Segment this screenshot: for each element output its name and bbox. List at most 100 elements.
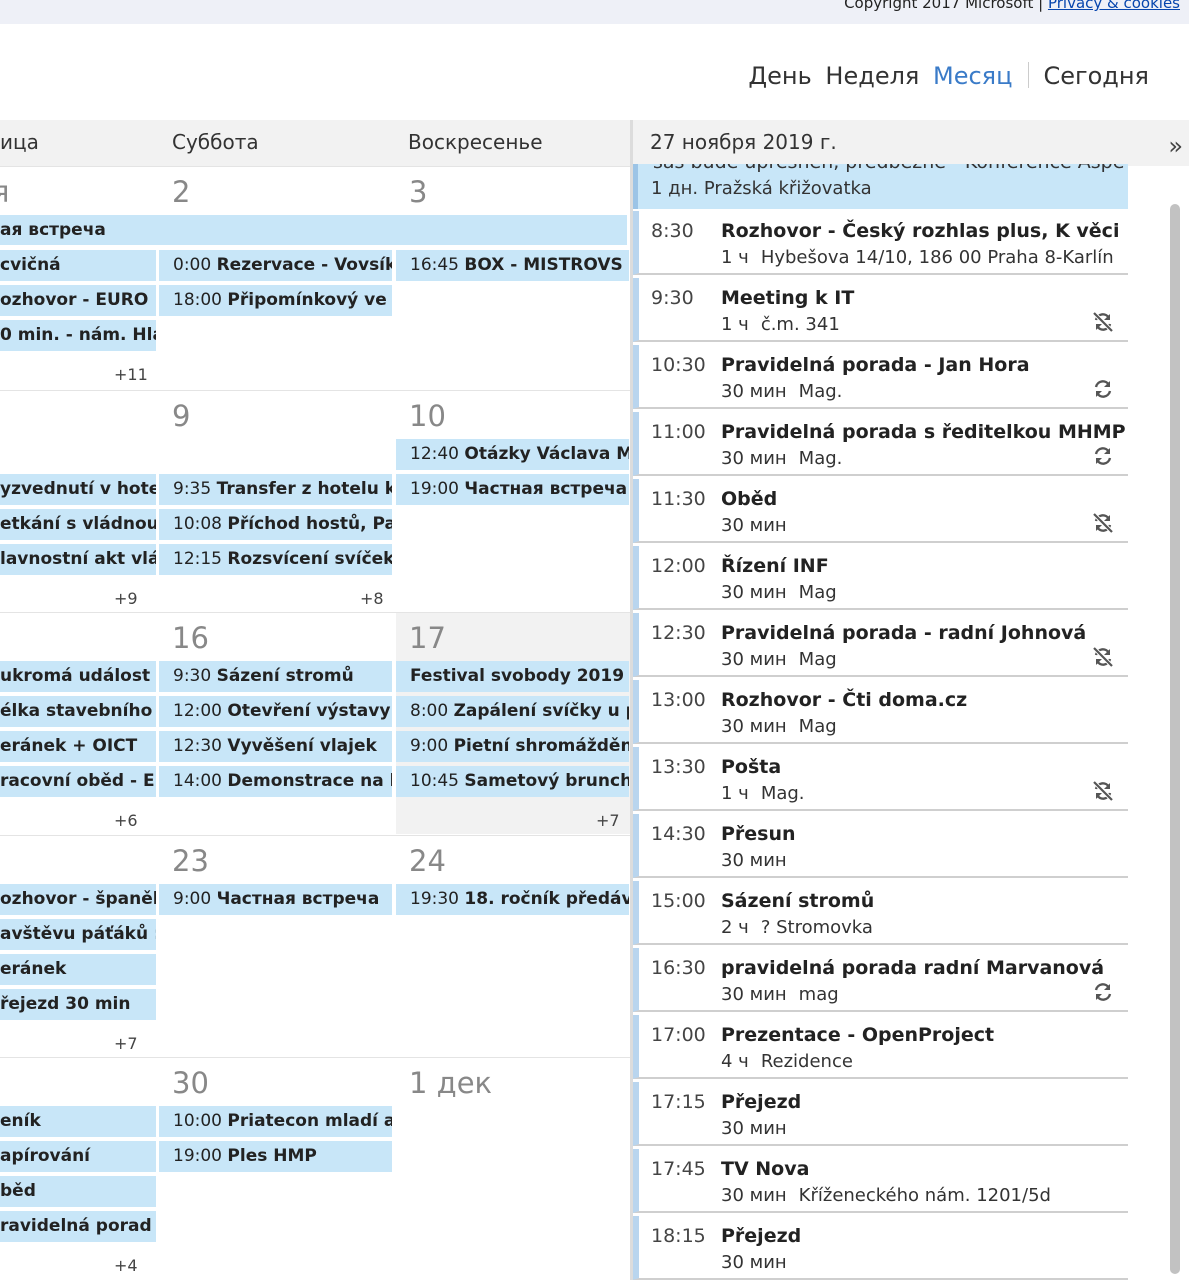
calendar-event[interactable]: 0:00 Rezervace - Vovsík — [159, 250, 392, 281]
calendar-event[interactable]: eník — [0, 1106, 156, 1137]
calendar-event[interactable]: ozhovor - španěls — [0, 884, 156, 915]
calendar-event[interactable]: yzvednutí v hote — [0, 474, 156, 505]
calendar-event[interactable]: 9:00 Pietní shromáždění — [396, 731, 629, 762]
agenda-item[interactable]: 11:30 Oběd 30 мин — [633, 479, 1128, 543]
calendar-event[interactable]: 19:00 Ples HMP — [159, 1141, 392, 1172]
calendar-event[interactable]: 0 min. - nám. Hla — [0, 320, 156, 351]
calendar-event[interactable]: lavnostní akt vlá — [0, 544, 156, 575]
calendar-event[interactable]: eránek + OICT — [0, 731, 156, 762]
privacy-link[interactable]: Privacy & cookies — [1048, 0, 1180, 12]
agenda-item[interactable]: 14:30 Přesun 30 мин — [633, 814, 1128, 878]
day-number[interactable]: 23 — [172, 844, 209, 878]
agenda-item-duration: 30 мин — [721, 850, 787, 871]
agenda-item[interactable]: 12:30 Pravidelná porada - radní Johnová 30… — [633, 613, 1128, 677]
agenda-item[interactable]: 13:00 Rozhovor - Čti doma.cz 30 мин Mag — [633, 680, 1128, 744]
allday-event-bar[interactable]: ая встреча — [0, 215, 627, 245]
more-events-link[interactable]: +6 — [114, 811, 138, 830]
day-number[interactable]: 17 — [409, 621, 446, 655]
calendar-event[interactable]: běd — [0, 1176, 156, 1207]
calendar-event[interactable]: cvičná — [0, 250, 156, 281]
calendar-event[interactable]: 16:45 BOX - MISTROVS — [396, 250, 629, 281]
agenda-item[interactable]: 17:15 Přejezd 30 мин — [633, 1082, 1128, 1146]
agenda-item-detail: 1 ч Mag. — [721, 783, 805, 804]
agenda-item[interactable]: 12:00 Řízení INF 30 мин Mag — [633, 546, 1128, 610]
calendar-event[interactable]: avštěvu páťáků : — [0, 919, 156, 950]
agenda-item[interactable]: 16:30 pravidelná porada radní Marvanová 30… — [633, 948, 1128, 1012]
day-number[interactable]: 1 дек — [409, 1066, 492, 1100]
agenda-item-title: Pošta — [721, 756, 782, 778]
more-events-link[interactable]: +9 — [114, 589, 138, 608]
calendar-event[interactable]: ozhovor - EURO — [0, 285, 156, 316]
calendar-event[interactable]: řejezd 30 min — [0, 989, 156, 1020]
no-sync-icon — [1092, 780, 1114, 802]
today-button[interactable]: Сегодня — [1043, 62, 1149, 90]
view-month-button[interactable]: Месяц — [933, 62, 1012, 90]
more-events-link[interactable]: +11 — [114, 365, 148, 384]
more-events-link[interactable]: +7 — [114, 1034, 138, 1053]
more-events-link[interactable]: +4 — [114, 1256, 138, 1275]
calendar-event[interactable]: eránek — [0, 954, 156, 985]
calendar-event[interactable]: etkání s vládnou — [0, 509, 156, 540]
agenda-item-title: Pravidelná porada - Jan Hora — [721, 354, 1030, 376]
collapse-pane-button[interactable]: » — [1168, 132, 1183, 160]
agenda-item[interactable]: 10:30 Pravidelná porada - Jan Hora 30 мин M… — [633, 345, 1128, 409]
calendar-event[interactable]: 10:08 Příchod hostů, Pa — [159, 509, 392, 540]
day-number[interactable]: я — [0, 175, 9, 209]
agenda-item[interactable]: 18:15 Přejezd 30 мин — [633, 1216, 1128, 1280]
agenda-item[interactable]: 15:00 Sázení stromů 2 ч ? Stromovka — [633, 881, 1128, 945]
event-title: ozhovor - EURO — [0, 290, 149, 310]
agenda-item[interactable]: 17:00 Prezentace - OpenProject 4 ч Rezidenc… — [633, 1015, 1128, 1079]
calendar-event[interactable]: 18:00 Připomínkový ve — [159, 285, 392, 316]
calendar-event[interactable]: apírování — [0, 1141, 156, 1172]
event-title: 18. ročník předáv — [464, 889, 629, 909]
calendar-event[interactable]: 9:35 Transfer z hotelu k — [159, 474, 392, 505]
calendar-event[interactable]: 9:30 Sázení stromů — [159, 661, 392, 692]
agenda-item-title: TV Nova — [721, 1158, 810, 1180]
view-week-button[interactable]: Неделя — [825, 62, 919, 90]
calendar-event[interactable]: 9:00 Частная встреча — [159, 884, 392, 915]
day-number[interactable]: 3 — [409, 175, 427, 209]
calendar-event[interactable]: 19:00 Частная встреча — [396, 474, 629, 505]
more-events-link[interactable]: +7 — [596, 811, 620, 830]
day-number[interactable]: 30 — [172, 1066, 209, 1100]
agenda-item[interactable]: 13:30 Pošta 1 ч Mag. — [633, 747, 1128, 811]
calendar-event[interactable]: élka stavebního — [0, 696, 156, 727]
agenda-item[interactable]: 8:30 Rozhovor - Český rozhlas plus, K věc… — [633, 211, 1128, 275]
calendar-event[interactable]: 8:00 Zapálení svíčky u p — [396, 696, 629, 727]
calendar-event[interactable]: racovní oběd - E — [0, 766, 156, 797]
no-sync-icon — [1092, 311, 1114, 333]
agenda-item[interactable]: 11:00 Pravidelná porada s ředitelkou MHMP… — [633, 412, 1128, 476]
event-time: 0:00 — [173, 255, 217, 275]
day-number[interactable]: 16 — [172, 621, 209, 655]
recurring-icon — [1092, 981, 1114, 1003]
agenda-item[interactable]: 17:45 TV Nova 30 мин Kříženeckého nám. 1201… — [633, 1149, 1128, 1213]
calendar-event[interactable]: 12:15 Rozsvícení svíček — [159, 544, 392, 575]
agenda-scrollbar[interactable] — [1170, 204, 1180, 1274]
event-title: Příchod hostů, Pa — [227, 514, 392, 534]
calendar-event[interactable]: 10:45 Sametový brunch — [396, 766, 629, 797]
calendar-event[interactable]: 19:30 18. ročník předáv — [396, 884, 629, 915]
day-number[interactable]: 10 — [409, 399, 446, 433]
view-switcher: День Неделя Месяц Сегодня — [742, 62, 1149, 90]
day-number[interactable]: 9 — [172, 399, 190, 433]
day-number[interactable]: 24 — [409, 844, 446, 878]
calendar-event[interactable]: Festival svobody 2019 — [396, 661, 629, 692]
agenda-item-time: 14:30 — [651, 823, 706, 845]
agenda-item[interactable]: 9:30 Meeting k IT 1 ч č.m. 341 — [633, 278, 1128, 342]
calendar-event[interactable]: 10:00 Priatecon mladí a — [159, 1106, 392, 1137]
view-day-button[interactable]: День — [748, 62, 811, 90]
agenda-item-duration: 30 мин — [721, 716, 787, 737]
calendar-event[interactable]: 12:30 Vyvěšení vlajek — [159, 731, 392, 762]
day-number[interactable]: 2 — [172, 175, 190, 209]
agenda-allday-event[interactable]: sas bude upresnen, predbezne - Konferenc… — [633, 164, 1128, 209]
calendar-event[interactable]: ravidelná porad — [0, 1211, 156, 1242]
more-events-link[interactable]: +8 — [360, 589, 384, 608]
calendar-event[interactable]: 14:00 Demonstrace na l — [159, 766, 392, 797]
calendar-event[interactable]: ukromá událost — [0, 661, 156, 692]
agenda-item-duration: 30 мин — [721, 1118, 787, 1139]
calendar-event[interactable]: 12:40 Otázky Václava M — [396, 439, 629, 470]
event-time: 10:08 — [173, 514, 228, 534]
agenda-item-location: ? Stromovka — [760, 917, 873, 938]
event-title: Festival svobody 2019 — [410, 666, 625, 686]
calendar-event[interactable]: 12:00 Otevření výstavy — [159, 696, 392, 727]
